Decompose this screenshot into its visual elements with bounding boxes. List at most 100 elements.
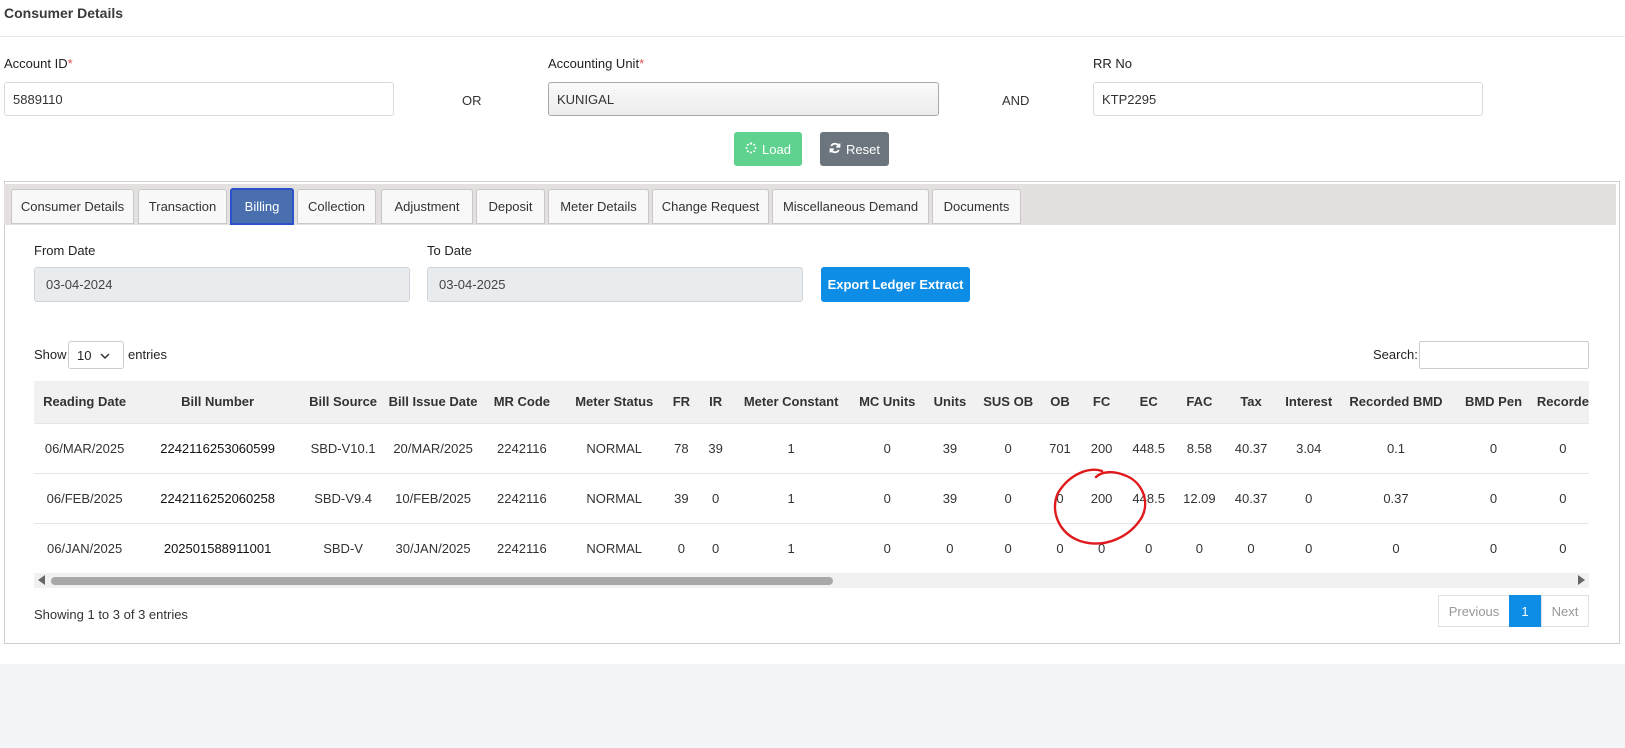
page-content: Consumer Details Account ID* 5889110 OR … <box>0 0 1625 664</box>
col-recorded-bmd[interactable]: Recorded BMD <box>1342 381 1450 423</box>
table-cell: 0 <box>1195 540 1203 556</box>
table-cell: 39 <box>942 490 958 506</box>
col-fr[interactable]: FR <box>665 381 698 423</box>
reset-button[interactable]: Reset <box>820 132 889 166</box>
col-ob[interactable]: OB <box>1042 381 1078 423</box>
tab-transaction[interactable]: Transaction <box>138 189 227 224</box>
tab-consumer-details[interactable]: Consumer Details <box>11 189 134 224</box>
entries-label: entries <box>128 347 168 362</box>
table-cell: 06/JAN/2025 <box>47 540 123 556</box>
tab-miscellaneous-demand[interactable]: Miscellaneous Demand <box>772 189 929 224</box>
search-label: Search: <box>1373 347 1418 362</box>
scrollbar-thumb[interactable] <box>51 577 833 585</box>
table-cell: 3.04 <box>1296 440 1322 456</box>
tab-change-request[interactable]: Change Request <box>652 189 769 224</box>
table-cell: 0 <box>1489 490 1498 506</box>
table-cell: 0 <box>1004 540 1012 556</box>
table-row: 06/MAR/2025 2242116253060599 SBD-V10.1 2… <box>34 423 1589 473</box>
table-cell: 8.58 <box>1186 440 1213 456</box>
billing-table: Reading Date Bill Number Bill Source Bil… <box>34 381 1589 573</box>
table-cell: 10/FEB/2025 <box>395 490 472 506</box>
table-cell: SBD-V10.1 <box>310 440 376 456</box>
table-cell: 0 <box>677 540 685 556</box>
tab-collection[interactable]: Collection <box>297 189 376 224</box>
pagination-previous[interactable]: Previous <box>1438 595 1510 627</box>
scroll-left-icon[interactable] <box>38 575 45 585</box>
col-meter-constant[interactable]: Meter Constant <box>733 381 849 423</box>
to-date-label: To Date <box>427 243 472 258</box>
show-label: Show <box>34 347 67 362</box>
col-bill-source[interactable]: Bill Source <box>300 381 386 423</box>
col-recorded-truncated[interactable]: Recorde <box>1537 381 1589 423</box>
entries-length-select[interactable]: 10 <box>68 341 124 369</box>
table-cell: 0 <box>711 540 720 556</box>
and-connector: AND <box>1002 93 1030 108</box>
col-units[interactable]: Units <box>925 381 974 423</box>
billing-table-container: Reading Date Bill Number Bill Source Bil… <box>34 381 1589 573</box>
col-meter-status[interactable]: Meter Status <box>564 381 665 423</box>
table-cell: 0.1 <box>1386 440 1406 456</box>
pagination-next[interactable]: Next <box>1541 595 1589 627</box>
table-search-input[interactable] <box>1419 341 1589 369</box>
table-cell: 0 <box>1247 540 1255 556</box>
col-ec[interactable]: EC <box>1125 381 1172 423</box>
load-button[interactable]: Load <box>734 132 802 166</box>
col-ir[interactable]: IR <box>698 381 733 423</box>
table-cell: 0 <box>883 540 891 556</box>
accounting-unit-select[interactable]: KUNIGAL <box>548 82 939 116</box>
tab-documents[interactable]: Documents <box>932 189 1021 224</box>
account-id-input[interactable]: 5889110 <box>4 82 394 116</box>
export-ledger-button[interactable]: Export Ledger Extract <box>821 267 970 302</box>
table-cell: NORMAL <box>586 490 643 506</box>
col-tax[interactable]: Tax <box>1226 381 1275 423</box>
table-cell: 1 <box>787 490 795 506</box>
pagination-page-1[interactable]: 1 <box>1509 595 1541 627</box>
table-cell: 78 <box>674 440 689 456</box>
col-mc-units[interactable]: MC Units <box>849 381 925 423</box>
account-id-label: Account ID* <box>4 56 73 71</box>
col-bill-number[interactable]: Bill Number <box>135 381 300 423</box>
table-cell: SBD-V <box>323 540 363 556</box>
col-sus-ob[interactable]: SUS OB <box>975 381 1042 423</box>
load-button-label: Load <box>762 141 791 157</box>
table-cell: 0.37 <box>1383 490 1409 506</box>
table-cell: 0 <box>1559 490 1567 506</box>
rr-no-input[interactable]: KTP2295 <box>1093 82 1483 116</box>
rr-no-label: RR No <box>1093 56 1133 71</box>
table-info: Showing 1 to 3 of 3 entries <box>34 607 188 622</box>
col-interest[interactable]: Interest <box>1276 381 1342 423</box>
to-date-input[interactable]: 03-04-2025 <box>427 267 803 302</box>
table-cell: 1 <box>787 540 795 556</box>
table-cell: 2242116 <box>497 540 547 556</box>
table-cell: 06/FEB/2025 <box>46 490 123 506</box>
tab-deposit[interactable]: Deposit <box>476 189 545 224</box>
col-mr-code[interactable]: MR Code <box>480 381 564 423</box>
table-horizontal-scrollbar[interactable] <box>34 573 1589 588</box>
table-cell: 39 <box>674 490 689 506</box>
table-cell: 2242116252060258 <box>160 490 275 506</box>
table-header-row: Reading Date Bill Number Bill Source Bil… <box>34 381 1589 423</box>
table-cell: 39 <box>942 440 958 456</box>
from-date-label: From Date <box>34 243 96 258</box>
or-connector: OR <box>462 93 482 108</box>
refresh-icon <box>829 142 841 157</box>
table-cell: 0 <box>1004 440 1012 456</box>
col-bill-issue-date[interactable]: Bill Issue Date <box>386 381 480 423</box>
from-date-input[interactable]: 03-04-2024 <box>34 267 410 302</box>
tab-meter-details[interactable]: Meter Details <box>548 189 649 224</box>
table-cell: 2242116 <box>497 490 547 506</box>
table-cell: 40.37 <box>1234 490 1268 506</box>
col-reading-date[interactable]: Reading Date <box>34 381 135 423</box>
table-cell: NORMAL <box>586 440 643 456</box>
table-cell: 06/MAR/2025 <box>44 440 125 456</box>
scroll-right-icon[interactable] <box>1578 575 1585 585</box>
tab-billing[interactable]: Billing <box>230 188 294 225</box>
table-cell: 202501588911001 <box>163 540 272 556</box>
table-cell: 0 <box>1392 540 1400 556</box>
col-bmd-pen[interactable]: BMD Pen <box>1450 381 1537 423</box>
tab-adjustment[interactable]: Adjustment <box>381 189 473 224</box>
col-fac[interactable]: FAC <box>1172 381 1226 423</box>
table-cell: 0 <box>1559 540 1567 556</box>
table-cell: NORMAL <box>586 540 643 556</box>
col-fc[interactable]: FC <box>1078 381 1125 423</box>
